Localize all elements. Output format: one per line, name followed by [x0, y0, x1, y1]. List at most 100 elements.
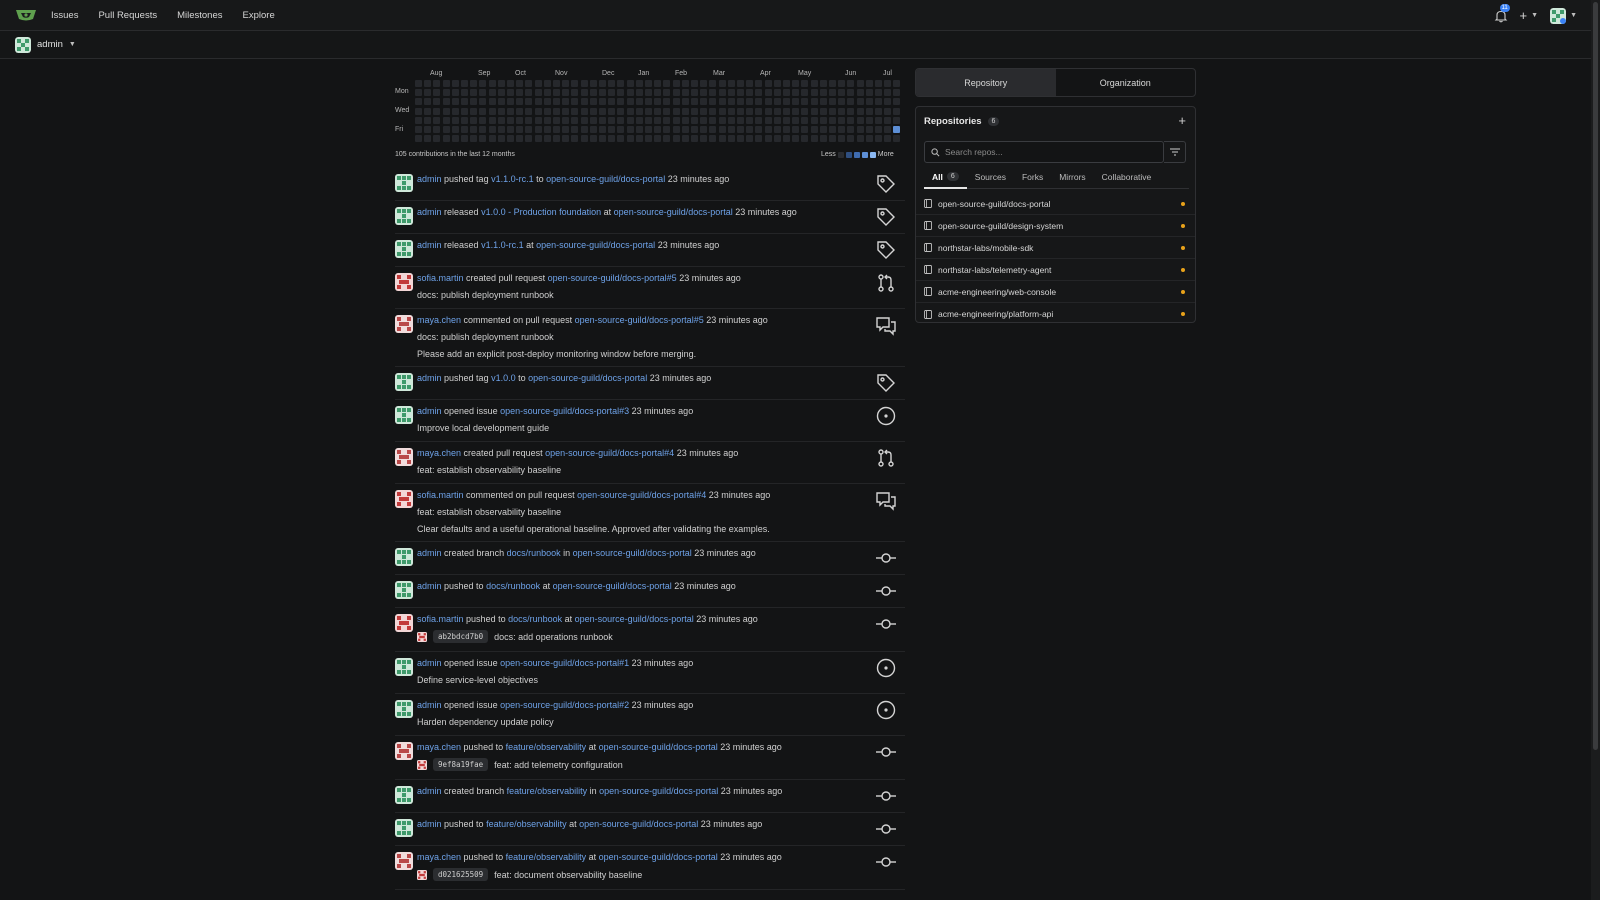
actor-link[interactable]: admin [417, 174, 442, 184]
actor-link[interactable]: admin [417, 207, 442, 217]
feed-link[interactable]: open-source-guild/docs-portal [599, 852, 718, 862]
feed-link[interactable]: open-source-guild/docs-portal#1 [500, 658, 629, 668]
commit-sha[interactable]: 9ef8a19fae [433, 758, 489, 771]
actor-link[interactable]: admin [417, 819, 442, 829]
repo-search-input[interactable] [945, 147, 1155, 157]
avatar[interactable] [395, 581, 413, 599]
tab-mirrors[interactable]: Mirrors [1051, 169, 1093, 189]
page-scrollbar[interactable] [1591, 0, 1600, 900]
repo-search[interactable] [924, 141, 1164, 163]
feed-item-title-link[interactable]: docs: publish deployment runbook [417, 332, 554, 342]
nav-explore[interactable]: Explore [243, 10, 275, 21]
tab-repository[interactable]: Repository [916, 69, 1056, 96]
avatar[interactable] [395, 240, 413, 258]
repo-list-item[interactable]: acme-engineering/web-console [916, 281, 1195, 303]
avatar[interactable] [395, 786, 413, 804]
avatar[interactable] [395, 315, 413, 333]
add-repository-button[interactable]: + [1178, 113, 1186, 128]
repo-name[interactable]: northstar-labs/mobile-sdk [938, 243, 1033, 253]
actor-link[interactable]: maya.chen [417, 315, 461, 325]
feed-link[interactable]: open-source-guild/docs-portal [573, 548, 692, 558]
actor-link[interactable]: admin [417, 406, 442, 416]
repo-list-item[interactable]: northstar-labs/telemetry-agent [916, 259, 1195, 281]
user-menu-button[interactable]: ▼ [1550, 7, 1577, 24]
repo-list-item[interactable]: open-source-guild/docs-portal [916, 193, 1195, 215]
commit-sha[interactable]: ab2bdcd7b0 [433, 630, 489, 643]
actor-link[interactable]: maya.chen [417, 742, 461, 752]
feed-link[interactable]: docs/runbook [486, 581, 540, 591]
avatar[interactable] [395, 373, 413, 391]
feed-link[interactable]: feature/observability [507, 786, 588, 796]
avatar[interactable] [395, 273, 413, 291]
avatar[interactable] [395, 700, 413, 718]
actor-link[interactable]: admin [417, 548, 442, 558]
avatar[interactable] [395, 819, 413, 837]
feed-link[interactable]: open-source-guild/docs-portal [553, 581, 672, 591]
nav-issues[interactable]: Issues [51, 10, 78, 21]
feed-link[interactable]: feature/observability [486, 819, 567, 829]
avatar[interactable] [395, 448, 413, 466]
actor-link[interactable]: sofia.martin [417, 490, 464, 500]
feed-link[interactable]: open-source-guild/docs-portal#5 [548, 273, 677, 283]
feed-link[interactable]: v1.0.0 - Production foundation [481, 207, 601, 217]
tab-sources[interactable]: Sources [967, 169, 1014, 189]
feed-link[interactable]: docs/runbook [507, 548, 561, 558]
feed-link[interactable]: open-source-guild/docs-portal#5 [575, 315, 704, 325]
actor-link[interactable]: admin [417, 658, 442, 668]
actor-link[interactable]: sofia.martin [417, 614, 464, 624]
tab-all[interactable]: All 6 [924, 169, 967, 189]
actor-link[interactable]: admin [417, 240, 442, 250]
feed-link[interactable]: open-source-guild/docs-portal [575, 614, 694, 624]
feed-link[interactable]: docs/runbook [508, 614, 562, 624]
feed-link[interactable]: v1.1.0-rc.1 [491, 174, 534, 184]
feed-link[interactable]: open-source-guild/docs-portal [614, 207, 733, 217]
avatar[interactable] [395, 548, 413, 566]
filter-button[interactable] [1164, 141, 1186, 163]
avatar[interactable] [395, 614, 413, 632]
logo-icon[interactable] [15, 8, 37, 22]
actor-link[interactable]: maya.chen [417, 448, 461, 458]
feed-link[interactable]: open-source-guild/docs-portal [536, 240, 655, 250]
nav-milestones[interactable]: Milestones [177, 10, 222, 21]
actor-link[interactable]: sofia.martin [417, 273, 464, 283]
feed-link[interactable]: open-source-guild/docs-portal [579, 819, 698, 829]
avatar[interactable] [395, 742, 413, 760]
feed-link[interactable]: open-source-guild/docs-portal#2 [500, 700, 629, 710]
feed-item-title-link[interactable]: feat: establish observability baseline [417, 507, 561, 517]
actor-link[interactable]: admin [417, 786, 442, 796]
feed-link[interactable]: open-source-guild/docs-portal [546, 174, 665, 184]
repo-name[interactable]: acme-engineering/platform-api [938, 309, 1053, 319]
feed-link[interactable]: feature/observability [506, 852, 587, 862]
avatar[interactable] [395, 852, 413, 870]
actor-link[interactable]: maya.chen [417, 852, 461, 862]
feed-link[interactable]: open-source-guild/docs-portal#3 [500, 406, 629, 416]
repo-name[interactable]: northstar-labs/telemetry-agent [938, 265, 1051, 275]
actor-link[interactable]: admin [417, 581, 442, 591]
feed-link[interactable]: v1.0.0 [491, 373, 516, 383]
scrollbar-thumb[interactable] [1593, 2, 1598, 750]
commit-sha[interactable]: d021625509 [433, 868, 489, 881]
feed-link[interactable]: open-source-guild/docs-portal [599, 742, 718, 752]
feed-link[interactable]: v1.1.0-rc.1 [481, 240, 524, 250]
tab-organization[interactable]: Organization [1056, 69, 1196, 96]
tab-collaborative[interactable]: Collaborative [1094, 169, 1160, 189]
nav-pull-requests[interactable]: Pull Requests [98, 10, 157, 21]
feed-link[interactable]: open-source-guild/docs-portal#4 [577, 490, 706, 500]
feed-link[interactable]: open-source-guild/docs-portal [528, 373, 647, 383]
avatar[interactable] [395, 174, 413, 192]
feed-link[interactable]: open-source-guild/docs-portal#4 [545, 448, 674, 458]
feed-link[interactable]: feature/observability [506, 742, 587, 752]
avatar[interactable] [395, 490, 413, 508]
tab-forks[interactable]: Forks [1014, 169, 1051, 189]
actor-link[interactable]: admin [417, 373, 442, 383]
notifications-button[interactable]: 11 [1494, 3, 1510, 23]
feed-link[interactable]: open-source-guild/docs-portal [599, 786, 718, 796]
avatar[interactable] [395, 207, 413, 225]
repo-name[interactable]: open-source-guild/design-system [938, 221, 1063, 231]
repo-name[interactable]: open-source-guild/docs-portal [938, 199, 1050, 209]
avatar[interactable] [395, 406, 413, 424]
repo-list-item[interactable]: northstar-labs/mobile-sdk [916, 237, 1195, 259]
avatar[interactable] [395, 658, 413, 676]
repo-name[interactable]: acme-engineering/web-console [938, 287, 1056, 297]
repo-list-item[interactable]: acme-engineering/platform-api [916, 303, 1195, 325]
